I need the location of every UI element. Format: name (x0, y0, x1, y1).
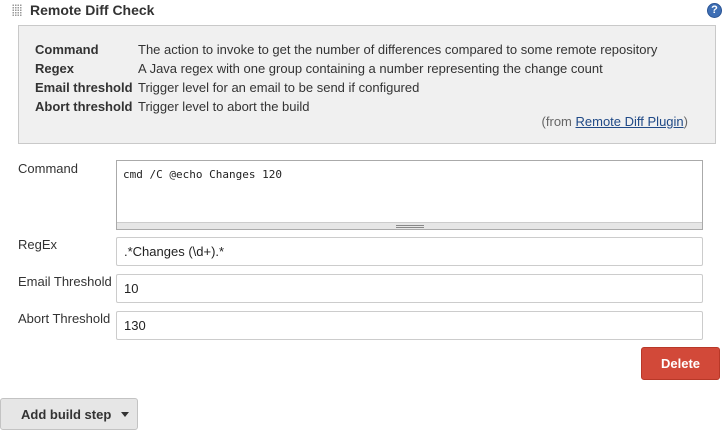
command-textarea-wrapper: cmd /C @echo Changes 120 (116, 160, 703, 230)
textarea-resize-handle[interactable] (117, 222, 702, 229)
help-source-prefix: (from (541, 114, 576, 129)
add-build-step-button[interactable]: Add build step (0, 398, 138, 430)
help-source-suffix: ) (683, 114, 688, 129)
caret-down-icon (121, 412, 129, 417)
add-build-step-label: Add build step (21, 407, 112, 422)
email-threshold-label: Email Threshold (18, 274, 112, 289)
help-term: Email threshold (35, 80, 133, 95)
help-term: Command (35, 42, 99, 57)
help-definitions: Command The action to invoke to get the … (35, 40, 657, 116)
help-panel: Command The action to invoke to get the … (18, 25, 716, 144)
help-row: Email threshold Trigger level for an ema… (35, 78, 657, 97)
command-label: Command (18, 161, 78, 176)
command-textarea[interactable]: cmd /C @echo Changes 120 (117, 161, 702, 223)
help-source: (from Remote Diff Plugin) (542, 114, 688, 129)
section-header: Remote Diff Check ? (0, 0, 727, 20)
help-icon[interactable]: ? (707, 3, 722, 18)
help-description: Trigger level for an email to be send if… (138, 80, 420, 95)
help-description: A Java regex with one group containing a… (138, 61, 603, 76)
email-threshold-input[interactable] (116, 274, 703, 303)
help-term: Abort threshold (35, 99, 133, 114)
plugin-link[interactable]: Remote Diff Plugin (576, 114, 684, 129)
help-description: The action to invoke to get the number o… (138, 42, 658, 57)
delete-button[interactable]: Delete (641, 347, 720, 380)
regex-label: RegEx (18, 237, 58, 252)
abort-threshold-input[interactable] (116, 311, 703, 340)
help-row: Command The action to invoke to get the … (35, 40, 657, 59)
drag-handle-icon[interactable] (12, 4, 22, 17)
help-row: Regex A Java regex with one group contai… (35, 59, 657, 78)
section-title: Remote Diff Check (30, 2, 155, 18)
help-term: Regex (35, 61, 75, 76)
regex-input[interactable] (116, 237, 703, 266)
abort-threshold-label: Abort Threshold (18, 311, 111, 326)
